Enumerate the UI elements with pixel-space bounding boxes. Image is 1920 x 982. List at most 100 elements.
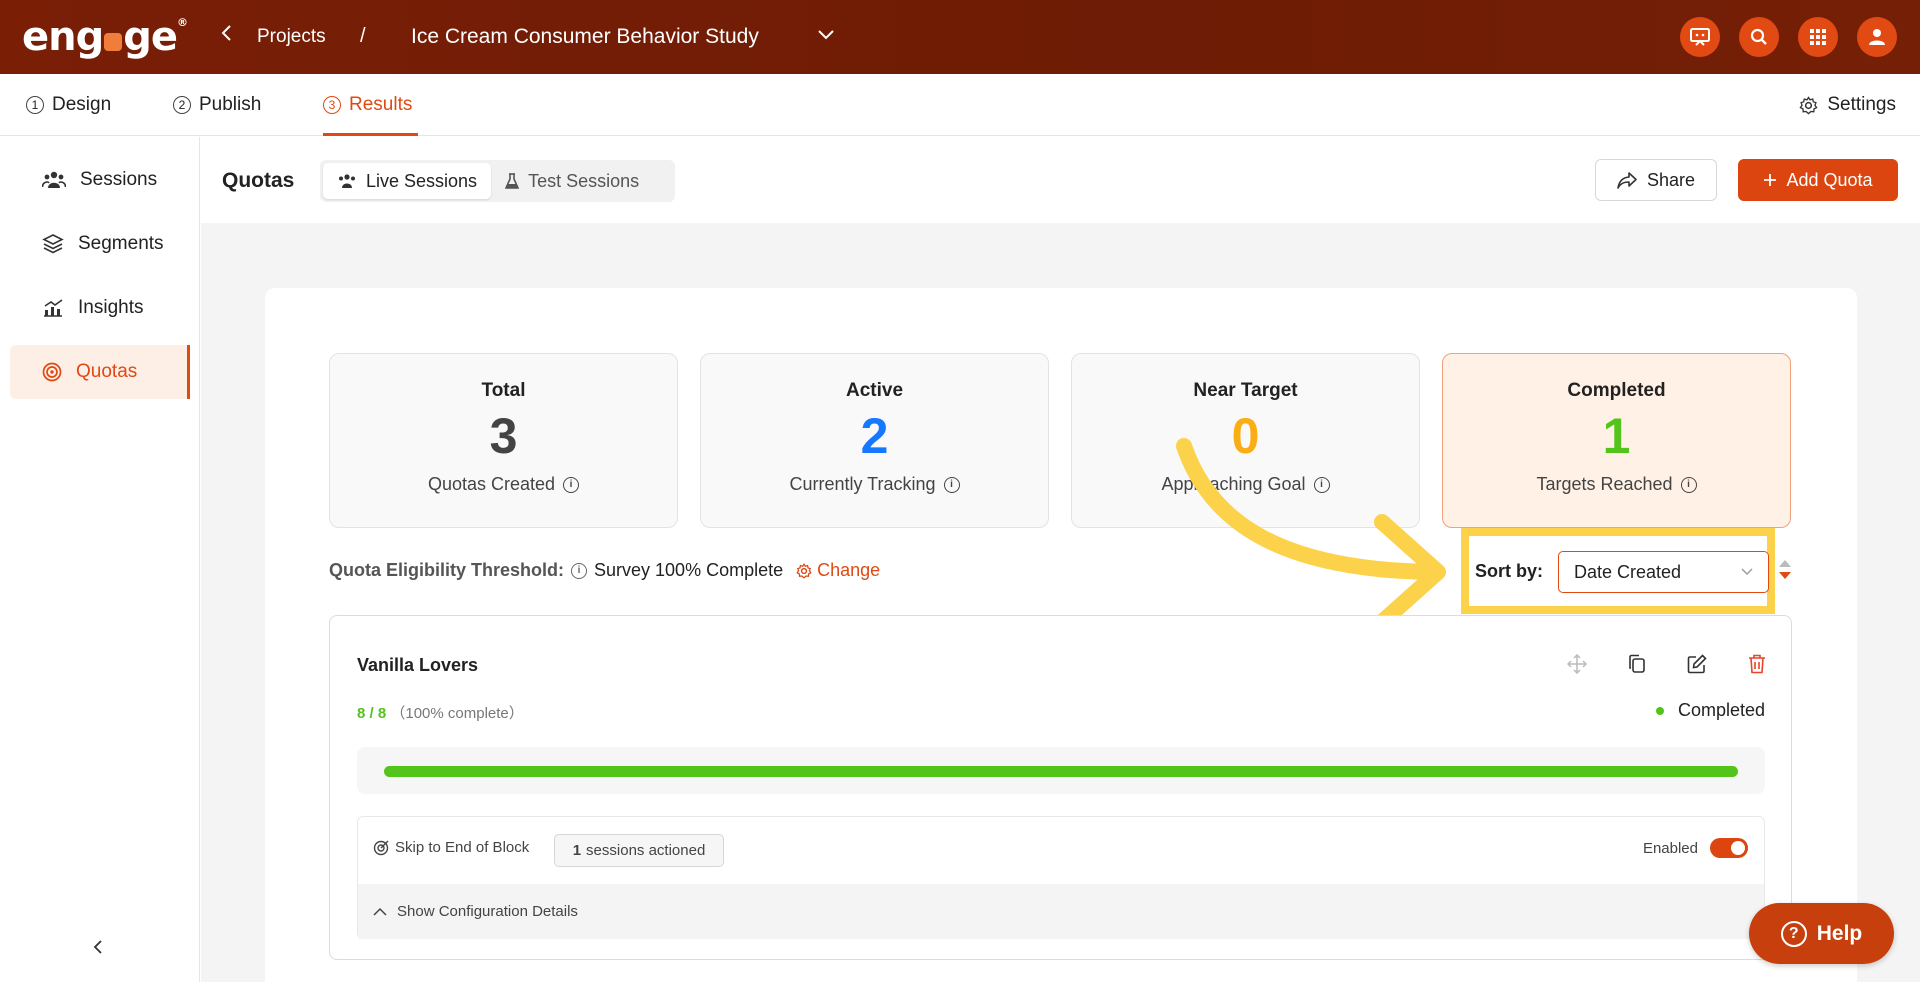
- edit-icon[interactable]: [1685, 652, 1709, 676]
- user-icon[interactable]: [1857, 17, 1897, 57]
- show-config-toggle[interactable]: Show Configuration Details: [358, 884, 1764, 939]
- stat-label: Total: [481, 380, 526, 401]
- flask-icon: [505, 172, 520, 189]
- stat-subtitle: Targets Reached: [1536, 474, 1673, 494]
- sidebar: Sessions Segments Insights Quotas: [0, 137, 200, 982]
- apps-grid-icon[interactable]: [1798, 17, 1838, 57]
- drag-handle-icon[interactable]: [1565, 652, 1589, 676]
- test-sessions-tab[interactable]: Test Sessions: [491, 163, 653, 199]
- question-icon: ?: [1780, 920, 1807, 947]
- change-threshold-button[interactable]: Change: [796, 560, 880, 581]
- sidebar-item-sessions[interactable]: Sessions: [10, 153, 190, 207]
- info-icon[interactable]: i: [943, 476, 960, 493]
- layers-icon: [42, 234, 64, 254]
- tab-results[interactable]: 3 Results: [323, 94, 412, 116]
- delete-icon[interactable]: [1745, 652, 1769, 676]
- chevron-left-icon[interactable]: [220, 22, 234, 50]
- progress-count: 8 / 8: [357, 705, 387, 722]
- stat-value: 1: [1602, 408, 1631, 464]
- test-sessions-label: Test Sessions: [528, 170, 640, 191]
- live-sessions-tab[interactable]: Live Sessions: [323, 163, 492, 199]
- top-navbar: eng ge® Projects / Ice Cream Consumer Beh…: [0, 0, 1920, 74]
- stat-value: 3: [489, 408, 518, 464]
- status-dot: [1655, 706, 1664, 715]
- project-title[interactable]: Ice Cream Consumer Behavior Study: [411, 25, 759, 49]
- step-number: 3: [323, 96, 341, 114]
- share-icon: [1617, 171, 1637, 189]
- threshold-value: Survey 100% Complete: [594, 560, 784, 580]
- tab-label: Publish: [199, 94, 262, 115]
- settings-button[interactable]: Settings: [1799, 94, 1896, 116]
- skip-target-icon: [373, 840, 389, 855]
- rule-action-label: Skip to End of Block: [395, 839, 530, 856]
- sidebar-item-label: Insights: [78, 297, 144, 318]
- chart-icon: [44, 299, 63, 317]
- chevron-down-icon[interactable]: [816, 24, 836, 49]
- gear-icon: [796, 562, 812, 579]
- help-label: Help: [1816, 921, 1863, 945]
- tab-design[interactable]: 1 Design: [26, 94, 111, 116]
- sessions-actioned-badge[interactable]: 1 sessions actioned: [554, 834, 724, 867]
- engage-logo[interactable]: eng ge®: [22, 14, 188, 60]
- stat-value: 2: [860, 408, 889, 464]
- sort-select[interactable]: Date Created: [1558, 551, 1769, 593]
- progress-bar-fill: [384, 766, 1738, 777]
- users-icon: [42, 171, 66, 188]
- info-icon[interactable]: i: [571, 562, 588, 579]
- quota-progress: 8 / 8 （100% complete）: [357, 702, 524, 723]
- plus-icon: [1764, 174, 1777, 186]
- enabled-label: Enabled: [1642, 839, 1698, 857]
- change-label: Change: [817, 560, 881, 580]
- stat-subtitle-row: Targets Reached i: [1443, 474, 1790, 495]
- share-label: Share: [1646, 169, 1696, 190]
- sort-value: Date Created: [1574, 561, 1682, 582]
- chevron-down-icon: [1741, 568, 1753, 575]
- sort-label: Sort by:: [1475, 561, 1544, 581]
- tab-label: Design: [52, 94, 112, 115]
- step-number: 1: [26, 96, 44, 114]
- info-icon[interactable]: i: [1680, 476, 1697, 493]
- info-icon[interactable]: i: [563, 476, 580, 493]
- collapse-sidebar-icon[interactable]: [92, 938, 104, 962]
- sidebar-item-quotas[interactable]: Quotas: [10, 345, 190, 399]
- help-button[interactable]: ? Help: [1749, 903, 1894, 964]
- add-quota-button[interactable]: Add Quota: [1738, 159, 1898, 201]
- settings-label: Settings: [1827, 94, 1896, 115]
- stat-subtitle: Quotas Created: [427, 474, 556, 494]
- status-badge: Completed: [1655, 700, 1765, 721]
- add-quota-label: Add Quota: [1786, 169, 1873, 190]
- chevron-up-icon: [373, 907, 387, 916]
- stat-subtitle: Currently Tracking: [789, 474, 936, 494]
- sessions-count: 1: [572, 842, 582, 859]
- sidebar-item-label: Segments: [78, 233, 164, 254]
- sidebar-item-insights[interactable]: Insights: [10, 281, 190, 335]
- stat-card-completed: Completed 1 Targets Reached i: [1442, 353, 1791, 528]
- stat-label: Active: [845, 380, 904, 401]
- sidebar-item-segments[interactable]: Segments: [10, 217, 190, 271]
- share-button[interactable]: Share: [1595, 159, 1717, 201]
- quota-card: Vanilla Lovers 8 / 8 （100% complete） Com…: [329, 615, 1792, 960]
- sort-order-icon[interactable]: [1778, 558, 1792, 587]
- gear-icon: [1799, 95, 1818, 114]
- enabled-toggle[interactable]: [1710, 838, 1748, 858]
- annotation-arrow: [1176, 438, 1446, 630]
- logo-bubble-icon: [104, 33, 123, 51]
- config-label: Show Configuration Details: [397, 903, 578, 920]
- search-icon[interactable]: [1739, 17, 1779, 57]
- quota-title: Vanilla Lovers: [357, 655, 479, 675]
- session-type-toggle: Live Sessions Test Sessions: [320, 160, 675, 202]
- eligibility-threshold: Quota Eligibility Threshold: i Survey 10…: [329, 560, 880, 581]
- presentation-icon[interactable]: [1680, 17, 1720, 57]
- breadcrumb-projects-link[interactable]: Projects: [257, 26, 326, 48]
- stat-subtitle-row: Currently Tracking i: [701, 474, 1048, 495]
- page-header: Quotas Live Sessions Test Sessions Share…: [201, 137, 1920, 223]
- stat-subtitle-row: Quotas Created i: [330, 474, 677, 495]
- tab-publish[interactable]: 2 Publish: [173, 94, 261, 116]
- stat-card-total: Total 3 Quotas Created i: [329, 353, 678, 528]
- duplicate-icon[interactable]: [1625, 652, 1649, 676]
- stat-label: Completed: [1567, 380, 1666, 401]
- rule-action: Skip to End of Block: [373, 839, 529, 856]
- step-tabs: 1 Design 2 Publish 3 Results Settings: [0, 74, 1920, 136]
- progress-percent: （100% complete）: [390, 705, 524, 722]
- page-title: Quotas: [222, 169, 295, 192]
